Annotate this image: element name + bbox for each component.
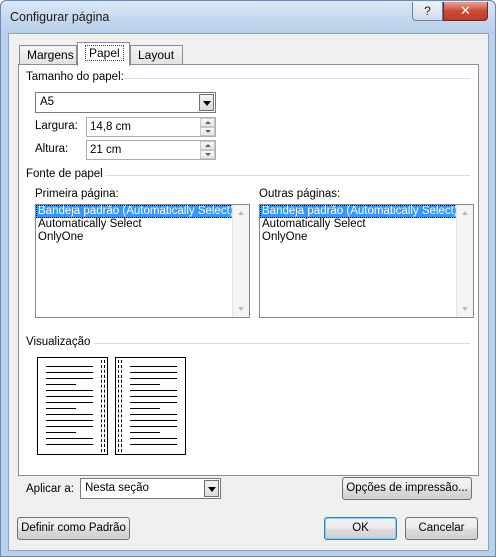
- paper-size-separator: [124, 78, 470, 79]
- first-page-label: Primeira página:: [35, 188, 119, 200]
- text-line: [46, 372, 93, 373]
- list-item[interactable]: OnlyOne: [260, 231, 473, 244]
- scroll-down-icon[interactable]: [238, 307, 244, 311]
- text-line: [46, 384, 76, 385]
- width-spinner[interactable]: 14,8 cm: [86, 117, 216, 137]
- preview-page-right: [115, 357, 186, 455]
- text-line: [46, 378, 93, 379]
- text-line: [130, 402, 177, 403]
- first-page-listbox[interactable]: Bandeja padrão (Automatically Select) Au…: [35, 204, 250, 318]
- list-item[interactable]: Automatically Select: [260, 218, 473, 231]
- spin-down-icon[interactable]: [200, 127, 215, 136]
- height-value: 21 cm: [90, 144, 122, 156]
- list-item[interactable]: Automatically Select: [36, 218, 249, 231]
- text-line: [130, 378, 177, 379]
- tab-papel-label: Papel: [85, 45, 124, 61]
- spin-up-icon[interactable]: [200, 118, 215, 127]
- chevron-down-icon[interactable]: [204, 480, 219, 497]
- scrollbar[interactable]: [232, 205, 249, 317]
- spin-down-icon[interactable]: [200, 150, 215, 159]
- text-line: [130, 390, 177, 391]
- text-line: [46, 438, 93, 439]
- dialog-client-area: Margens Papel Layout Tamanho do papel: A…: [8, 33, 489, 551]
- apply-to-select[interactable]: Nesta seção: [80, 478, 221, 499]
- tab-margens[interactable]: Margens: [19, 45, 77, 65]
- text-line: [130, 408, 160, 409]
- spin-up-icon[interactable]: [200, 141, 215, 150]
- scroll-down-icon[interactable]: [462, 307, 468, 311]
- text-line: [46, 444, 93, 445]
- paper-source-separator: [105, 175, 470, 176]
- preview-separator: [94, 343, 470, 344]
- tab-layout-label: Layout: [138, 48, 175, 62]
- text-line: [130, 414, 177, 415]
- text-line: [130, 432, 160, 433]
- preview-group-title: Visualização: [26, 336, 91, 348]
- list-item[interactable]: Bandeja padrão (Automatically Select): [260, 205, 473, 218]
- text-line: [46, 420, 93, 421]
- list-item[interactable]: Bandeja padrão (Automatically Select): [36, 205, 249, 218]
- text-line: [130, 372, 177, 373]
- help-button[interactable]: ?: [412, 2, 443, 21]
- apply-to-value: Nesta seção: [85, 482, 149, 494]
- page-setup-dialog: Configurar página ? ✕ Margens Papel Layo…: [0, 0, 496, 557]
- apply-to-label: Aplicar a:: [26, 483, 74, 495]
- text-line: [46, 414, 93, 415]
- cancel-button[interactable]: Cancelar: [405, 517, 478, 540]
- width-label: Largura:: [35, 120, 78, 132]
- close-button[interactable]: ✕: [443, 2, 488, 21]
- close-icon: ✕: [460, 3, 471, 18]
- paper-size-select[interactable]: A5: [35, 92, 216, 113]
- tab-papel[interactable]: Papel: [77, 42, 130, 66]
- text-line: [130, 420, 177, 421]
- text-line: [130, 366, 177, 367]
- scroll-up-icon[interactable]: [462, 211, 468, 215]
- paper-size-value: A5: [40, 96, 55, 108]
- text-line: [46, 432, 76, 433]
- height-label: Altura:: [35, 143, 69, 155]
- text-line: [46, 426, 93, 427]
- height-spin-buttons: [200, 141, 215, 159]
- width-value: 14,8 cm: [90, 121, 131, 133]
- paper-source-group-title: Fonte de papel: [26, 168, 103, 180]
- other-pages-listbox[interactable]: Bandeja padrão (Automatically Select) Au…: [259, 204, 474, 318]
- height-spinner[interactable]: 21 cm: [86, 140, 216, 160]
- ok-button[interactable]: OK: [324, 517, 397, 540]
- text-line: [130, 438, 177, 439]
- set-default-button[interactable]: Definir como Padrão: [17, 517, 130, 540]
- dialog-title: Configurar página: [10, 10, 110, 24]
- text-line: [46, 366, 93, 367]
- tab-layout[interactable]: Layout: [130, 45, 183, 65]
- scrollbar[interactable]: [456, 205, 473, 317]
- preview-page-left: [37, 357, 108, 455]
- width-spin-buttons: [200, 118, 215, 136]
- text-line: [46, 390, 93, 391]
- print-options-button[interactable]: Opções de impressão...: [342, 477, 472, 500]
- text-line: [130, 396, 177, 397]
- text-line: [46, 402, 93, 403]
- tab-margens-label: Margens: [27, 48, 74, 62]
- tab-panel-papel: Tamanho do papel: A5 Largura: 14,8 cm Al…: [18, 64, 479, 476]
- text-line: [130, 444, 177, 445]
- gutter-marker: [118, 360, 122, 452]
- text-line: [46, 408, 76, 409]
- scroll-up-icon[interactable]: [238, 211, 244, 215]
- other-pages-label: Outras páginas:: [259, 188, 341, 200]
- title-bar[interactable]: Configurar página ? ✕: [1, 1, 495, 33]
- chevron-down-icon[interactable]: [199, 94, 214, 111]
- text-line: [130, 384, 160, 385]
- list-item[interactable]: OnlyOne: [36, 231, 249, 244]
- gutter-marker: [101, 360, 105, 452]
- paper-size-group-title: Tamanho do papel:: [26, 71, 124, 83]
- text-line: [130, 426, 177, 427]
- text-line: [46, 396, 93, 397]
